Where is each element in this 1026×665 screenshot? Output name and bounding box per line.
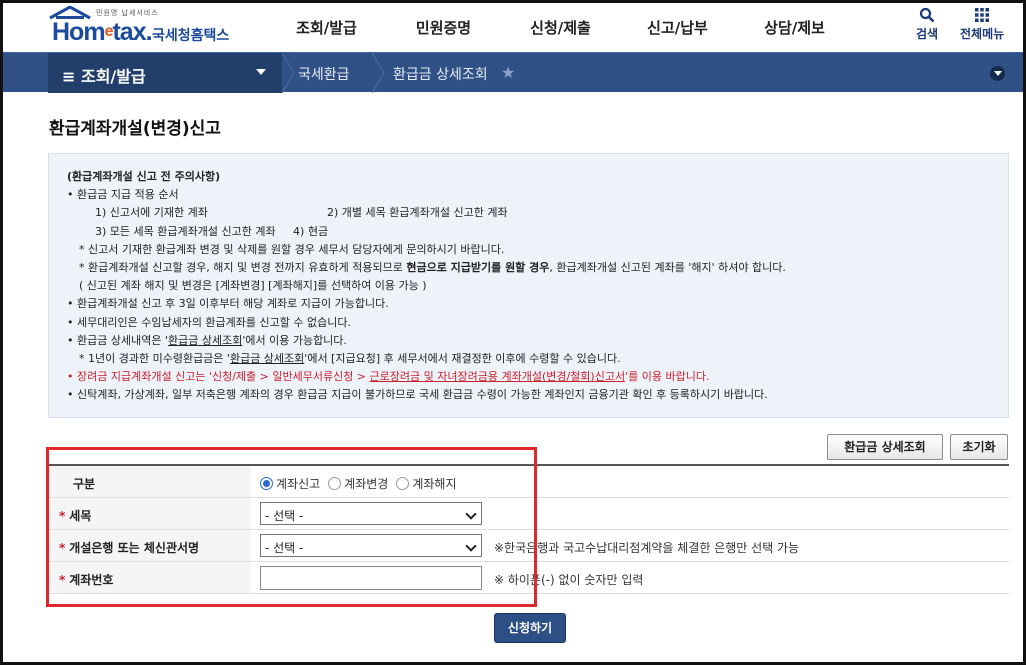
all-menu-button[interactable]: 전체메뉴 (960, 7, 1004, 42)
submit-button[interactable]: 신청하기 (494, 613, 566, 643)
notice-line: • 신탁계좌, 가상계좌, 일부 저축은행 계좌의 경우 환급금 지급이 불가하… (67, 388, 768, 402)
required-mark: * (59, 573, 66, 587)
tax-select[interactable]: - 선택 - (260, 502, 482, 525)
breadcrumb-item-refund[interactable]: 국세환급 (298, 64, 350, 84)
notice-line: • 세무대리인은 수임납세자의 환급계좌를 신고할 수 없습니다. (67, 315, 351, 329)
page-title: 환급계좌개설(변경)신고 (49, 119, 221, 139)
gnb-item-report-pay[interactable]: 신고/납부 (619, 17, 736, 38)
favorite-star-icon[interactable]: ★ (501, 63, 515, 82)
menu-selector-text: 조회/발급 (80, 67, 146, 86)
form-row-bank: * 개설은행 또는 체신관서명 - 선택 - ※한국은행과 국고수납대리점계약을 … (48, 530, 1009, 562)
notice-line: • 환급금 지급 적용 순서 (67, 188, 179, 202)
breadcrumb-separator-icon (372, 53, 385, 93)
refund-detail-link[interactable]: 환급금 상세조회 (168, 334, 242, 347)
hometax-logo[interactable]: 민원명 납세서비스 Hometax. 국세청홈택스 (48, 6, 238, 46)
notice-line-red: • 장려금 지급계좌개설 신고는 '신청/제출 > 일반세무서류신청 > 근로장… (67, 370, 710, 384)
search-icon (919, 7, 935, 23)
notice-box: (환급계좌개설 신고 전 주의사항) • 환급금 지급 적용 순서 1) 신고서… (48, 153, 1009, 418)
refund-detail-link[interactable]: 환급금 상세조회 (230, 352, 304, 365)
tax-label: * 세목 (48, 498, 251, 529)
notice-line: 1) 신고서에 기재한 계좌 2) 개별 세목 환급계좌개설 신고한 계좌 (95, 206, 508, 220)
gnb-item-certificates[interactable]: 민원증명 (385, 17, 502, 38)
location-bar: ≡ 조회/발급 국세환급 환급금 상세조회 ★ (0, 52, 1026, 93)
account-label: * 계좌번호 (48, 562, 251, 593)
radio-account-register-label[interactable]: 계좌신고 (276, 475, 320, 492)
all-menu-label: 전체메뉴 (960, 27, 1005, 41)
reset-button[interactable]: 초기화 (950, 434, 1008, 460)
notice-line: 3) 모든 세목 환급계좌개설 신고한 계좌 4) 현금 (95, 224, 329, 238)
radio-account-change-label[interactable]: 계좌변경 (344, 475, 388, 492)
bank-select[interactable]: - 선택 - (260, 534, 482, 557)
radio-account-cancel[interactable] (396, 477, 410, 490)
form-row-type: 구분 계좌신고 계좌변경 계좌해지 (48, 466, 1009, 498)
logo-korean-name: 국세청홈택스 (152, 28, 230, 44)
account-number-input[interactable] (260, 566, 482, 590)
type-radio-group: 계좌신고 계좌변경 계좌해지 (260, 475, 465, 492)
refund-detail-button[interactable]: 환급금 상세조회 (827, 434, 943, 460)
notice-heading: (환급계좌개설 신고 전 주의사항) (67, 170, 221, 183)
account-hint: ※ 하이픈(-) 없이 숫자만 입력 (494, 573, 644, 587)
logo-tagline: 민원명 납세서비스 (96, 9, 159, 17)
search-button[interactable]: 검색 (916, 7, 938, 42)
notice-line: * 환급계좌개설 신고할 경우, 해지 및 변경 전까지 유효하게 적용되므로 … (79, 261, 786, 275)
notice-line: • 환급금 상세내역은 '환급금 상세조회'에서 이용 가능합니다. (67, 333, 347, 347)
notice-line: * 1년이 경과한 미수령환급금은 '환급금 상세조회'에서 [지급요청] 후 … (79, 352, 621, 366)
bank-label: * 개설은행 또는 체신관서명 (48, 530, 251, 561)
notice-line: • 환급계좌개설 신고 후 3일 이후부터 해당 계좌로 지급이 가능합니다. (67, 297, 389, 311)
notice-line: * 신고서 기재한 환급계좌 변경 및 삭제를 원할 경우 세무서 담당자에게 … (79, 242, 505, 256)
required-mark: * (59, 509, 66, 523)
gnb-item-lookup[interactable]: 조회/발급 (268, 17, 385, 38)
type-label: 구분 (48, 466, 251, 497)
hamburger-icon: ≡ (62, 67, 76, 86)
expand-circle-icon[interactable] (990, 66, 1005, 81)
search-label: 검색 (916, 27, 939, 41)
radio-account-cancel-label[interactable]: 계좌해지 (412, 475, 456, 492)
radio-account-change[interactable] (328, 477, 342, 490)
radio-account-register[interactable] (260, 477, 273, 490)
caret-down-icon (256, 69, 266, 75)
form-row-account: * 계좌번호 ※ 하이픈(-) 없이 숫자만 입력 (48, 562, 1009, 594)
breadcrumb-separator-icon (282, 53, 295, 93)
gnb-item-consult[interactable]: 상담/제보 (736, 17, 853, 38)
incentive-account-form-link[interactable]: 근로장려금 및 자녀장려금용 계좌개설(변경/철회)신고서 (370, 370, 626, 383)
refund-account-form: 구분 계좌신고 계좌변경 계좌해지 * 세목 - 선택 - * 개설은행 또는 체신… (48, 464, 1009, 594)
notice-line: ( 신고된 계좌 해지 및 변경은 [계좌변경] [계좌해지]를 선택하여 이용… (79, 279, 427, 293)
gnb-item-apply[interactable]: 신청/제출 (502, 17, 619, 38)
required-mark: * (59, 541, 66, 555)
site-header: 민원명 납세서비스 Hometax. 국세청홈택스 조회/발급 민원증명 신청/… (0, 0, 1026, 52)
bank-hint: ※한국은행과 국고수납대리점계약을 체결한 은행만 선택 가능 (494, 541, 800, 555)
form-row-tax: * 세목 - 선택 - (48, 498, 1009, 530)
logo-wordmark: Hometax. (52, 18, 153, 46)
breadcrumb-item-refund-detail[interactable]: 환급금 상세조회 (393, 64, 488, 84)
menu-selector-label: ≡ 조회/발급 (62, 63, 146, 87)
grid-menu-icon (975, 8, 990, 22)
global-nav: 조회/발급 민원증명 신청/제출 신고/납부 상담/제보 (268, 17, 853, 38)
